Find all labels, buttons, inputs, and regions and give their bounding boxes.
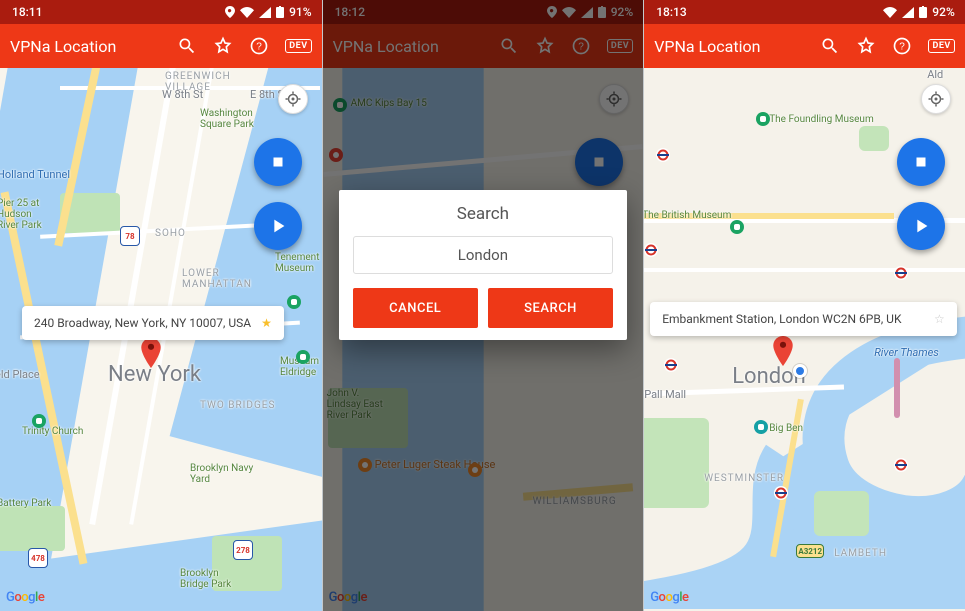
- signal-icon: [259, 7, 271, 18]
- google-logo: Google: [650, 590, 688, 605]
- map-label: eld Place: [0, 368, 40, 381]
- screen-newyork: 18:11 91% VPNa Location ? DEV: [0, 0, 322, 611]
- map-label: LOWER MANHATTAN: [182, 268, 252, 290]
- battery-icon: [276, 6, 284, 18]
- map-label: SOHO: [155, 228, 186, 239]
- wifi-icon: [883, 7, 897, 18]
- signal-icon: [902, 7, 914, 18]
- hwy-shield: 478: [28, 548, 48, 568]
- battery-icon: [919, 6, 927, 18]
- map[interactable]: GREENWICH VILLAGE W 8th St E 8th St Wash…: [0, 68, 322, 611]
- tube-icon: [774, 486, 788, 500]
- my-location-button[interactable]: [921, 84, 951, 114]
- address-chip[interactable]: Embankment Station, London WC2N 6PB, UK …: [650, 302, 957, 336]
- address-text: Embankment Station, London WC2N 6PB, UK: [662, 312, 901, 326]
- map-label: WESTMINSTER: [704, 473, 784, 484]
- search-dialog: Search London CANCEL SEARCH: [339, 190, 628, 340]
- map-label: Ald: [927, 68, 943, 81]
- map-label: Brooklyn Navy Yard: [190, 463, 253, 485]
- map-label: Big Ben: [769, 423, 803, 434]
- screen-london: 18:13 92% VPNa Location ? DEV: [643, 0, 965, 611]
- battery-text: 91%: [289, 5, 311, 19]
- hwy-shield: 278: [233, 540, 253, 560]
- address-text: 240 Broadway, New York, NY 10007, USA: [34, 316, 251, 330]
- map-label: LAMBETH: [834, 548, 887, 559]
- map-label: Tenement Museum: [275, 252, 319, 274]
- crosshair-icon: [927, 90, 945, 108]
- poi-dot: [287, 295, 301, 309]
- clock: 18:13: [656, 5, 686, 19]
- app-title: VPNa Location: [654, 37, 760, 56]
- map-label: TWO BRIDGES: [200, 400, 275, 411]
- dev-badge[interactable]: DEV: [928, 39, 954, 53]
- map-label: The British Museum: [644, 210, 731, 221]
- google-logo: Google: [6, 590, 44, 605]
- my-location-button[interactable]: [278, 84, 308, 114]
- location-icon: [225, 6, 235, 18]
- stop-fab[interactable]: [254, 138, 302, 186]
- map-pin-icon: [140, 338, 162, 368]
- hwy-shield: 78: [120, 226, 140, 246]
- status-bar: 18:11 91%: [0, 0, 322, 24]
- help-icon[interactable]: ?: [249, 36, 269, 56]
- battery-text: 92%: [932, 5, 954, 19]
- tube-icon: [894, 266, 908, 280]
- play-fab[interactable]: [254, 202, 302, 250]
- stop-icon: [269, 153, 287, 171]
- map-label: W 8th St: [162, 88, 203, 101]
- wifi-icon: [240, 7, 254, 18]
- map[interactable]: The Foundling Museum The British Museum …: [644, 68, 965, 611]
- tube-icon: [656, 148, 670, 162]
- map-label: Pier 25 at Hudson River Park: [0, 198, 42, 231]
- status-icons: 91%: [225, 5, 311, 19]
- favorite-star-icon[interactable]: ★: [261, 316, 272, 330]
- poi-dot: [296, 350, 310, 364]
- road-shield: A3212: [796, 544, 824, 558]
- map-label: Brooklyn Bridge Park: [180, 568, 231, 590]
- map-label: Washington Square Park: [200, 108, 254, 130]
- search-button[interactable]: SEARCH: [488, 288, 613, 328]
- map-label: Holland Tunnel: [0, 168, 70, 181]
- svg-text:?: ?: [900, 41, 906, 52]
- poi-dot: [32, 414, 46, 428]
- app-title: VPNa Location: [10, 37, 116, 56]
- tube-icon: [644, 243, 658, 257]
- search-input[interactable]: London: [353, 236, 614, 274]
- map-label: The Foundling Museum: [769, 114, 874, 125]
- app-actions: ? DEV: [177, 36, 311, 56]
- map-pin-icon: [772, 336, 794, 366]
- cancel-button[interactable]: CANCEL: [353, 288, 478, 328]
- clock: 18:11: [12, 5, 42, 19]
- search-icon[interactable]: [177, 36, 197, 56]
- favorite-star-icon[interactable]: ☆: [934, 312, 945, 326]
- tube-icon: [664, 358, 678, 372]
- dialog-title: Search: [353, 204, 614, 224]
- help-icon[interactable]: ?: [892, 36, 912, 56]
- crosshair-icon: [284, 90, 302, 108]
- stop-fab[interactable]: [897, 138, 945, 186]
- search-input-value: London: [458, 246, 508, 264]
- app-actions: ? DEV: [820, 36, 954, 56]
- map-label: Trinity Church: [22, 426, 83, 437]
- stop-icon: [912, 153, 930, 171]
- map-label: Pall Mall: [644, 388, 686, 401]
- play-fab[interactable]: [897, 202, 945, 250]
- svg-text:?: ?: [257, 41, 263, 52]
- play-icon: [910, 215, 932, 237]
- search-icon[interactable]: [820, 36, 840, 56]
- map-label: Battery Park: [0, 498, 51, 509]
- status-icons: 92%: [883, 5, 954, 19]
- screen-search: 18:12 92% VPNa Location ? DEV AMC Kips B…: [322, 0, 644, 611]
- tube-icon: [894, 458, 908, 472]
- play-icon: [267, 215, 289, 237]
- address-chip[interactable]: 240 Broadway, New York, NY 10007, USA ★: [22, 306, 284, 340]
- app-bar: VPNa Location ? DEV: [644, 24, 965, 68]
- app-bar: VPNa Location ? DEV: [0, 24, 322, 68]
- status-bar: 18:13 92%: [644, 0, 965, 24]
- dev-badge[interactable]: DEV: [285, 39, 311, 53]
- map-label: River Thames: [874, 346, 939, 359]
- star-icon[interactable]: [856, 36, 876, 56]
- star-icon[interactable]: [213, 36, 233, 56]
